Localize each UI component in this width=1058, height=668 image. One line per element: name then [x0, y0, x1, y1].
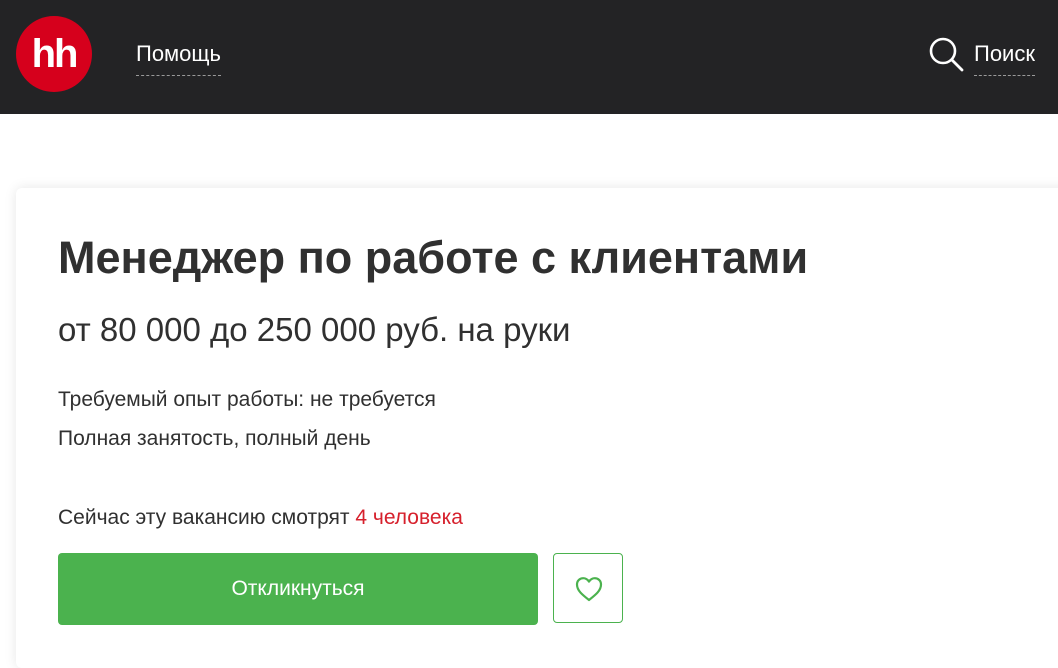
current-viewers-count: 4 человека: [355, 506, 463, 529]
current-viewers: Сейчас эту вакансию смотрят 4 человека: [58, 505, 463, 531]
vacancy-title: Менеджер по работе с клиентами: [58, 232, 809, 283]
favorite-button[interactable]: [553, 553, 623, 623]
experience-requirement: Требуемый опыт работы: не требуется: [58, 388, 436, 411]
help-link[interactable]: Помощь: [136, 41, 221, 76]
search-icon[interactable]: [928, 36, 964, 72]
heart-icon: [575, 577, 603, 602]
vacancy-card: Менеджер по работе с клиентами от 80 000…: [16, 188, 1058, 668]
employment-type: Полная занятость, полный день: [58, 427, 371, 450]
current-viewers-text: Сейчас эту вакансию смотрят: [58, 506, 356, 529]
vacancy-salary: от 80 000 до 250 000 руб. на руки: [58, 311, 571, 348]
top-navbar: hh Помощь Поиск: [0, 0, 1058, 114]
search-link[interactable]: Поиск: [974, 41, 1035, 76]
apply-button[interactable]: Откликнуться: [58, 553, 538, 625]
hh-logo[interactable]: hh: [16, 16, 92, 92]
